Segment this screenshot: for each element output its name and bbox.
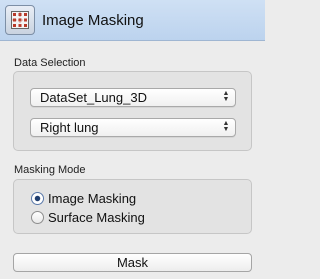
dataset-select-value: DataSet_Lung_3D bbox=[40, 90, 147, 105]
radio-unchecked-icon[interactable] bbox=[31, 211, 44, 224]
dataset-select[interactable]: DataSet_Lung_3D ▲ ▼ bbox=[30, 88, 236, 107]
data-selection-group: DataSet_Lung_3D ▲ ▼ Right lung ▲ ▼ bbox=[13, 71, 252, 151]
mask-select-value: Right lung bbox=[40, 120, 99, 135]
radio-surface-masking-label[interactable]: Surface Masking bbox=[48, 210, 145, 225]
masking-mode-group: Image Masking Surface Masking bbox=[13, 179, 252, 234]
masking-mode-label: Masking Mode bbox=[14, 164, 86, 176]
radio-image-masking-label[interactable]: Image Masking bbox=[48, 191, 136, 206]
panel-title: Image Masking bbox=[42, 12, 144, 29]
data-selection-label: Data Selection bbox=[14, 57, 86, 69]
mask-select[interactable]: Right lung ▲ ▼ bbox=[30, 118, 236, 137]
mask-button[interactable]: Mask bbox=[13, 253, 252, 272]
radio-checked-icon[interactable] bbox=[31, 192, 44, 205]
mask-grid-icon bbox=[5, 5, 35, 35]
select-arrows-icon: ▲ ▼ bbox=[222, 120, 230, 133]
panel-header: Image Masking bbox=[0, 0, 265, 41]
select-arrows-icon: ▲ ▼ bbox=[222, 90, 230, 103]
